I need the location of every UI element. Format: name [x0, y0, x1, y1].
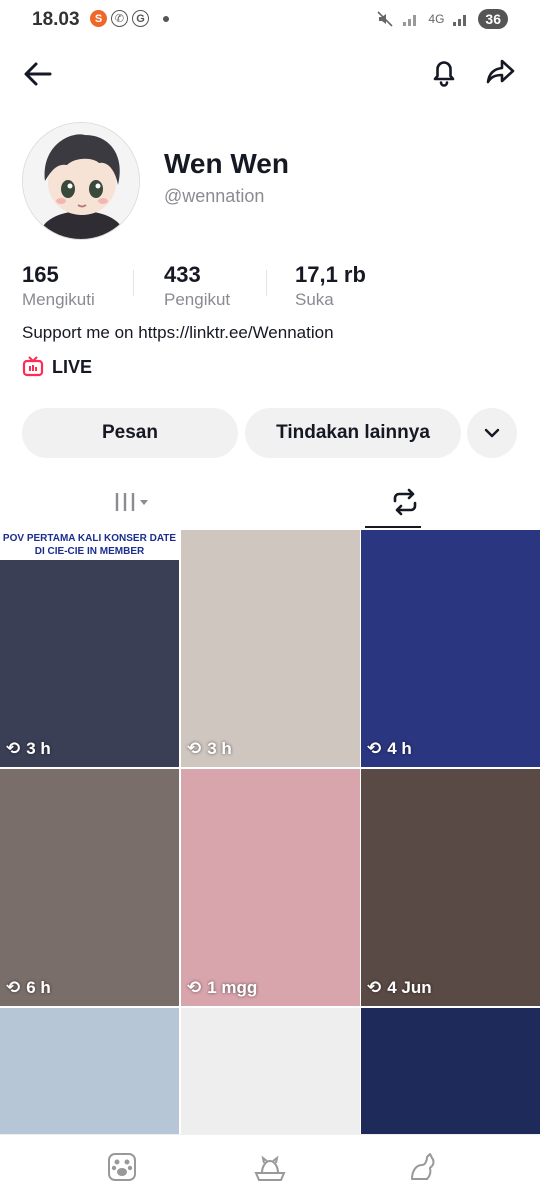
time-label: 4 h: [387, 739, 412, 758]
bottom-bar: [0, 1134, 540, 1200]
stat-likes[interactable]: 17,1 rb Suka: [295, 262, 366, 310]
live-tv-icon: [22, 356, 44, 377]
repost-small-icon: ⟲: [187, 978, 202, 997]
username: @wennation: [164, 186, 265, 206]
tab-videos[interactable]: [0, 474, 270, 530]
signal-icon-2: [453, 15, 467, 26]
grid-item[interactable]: [181, 1008, 360, 1134]
time-label: 1 mgg: [207, 978, 258, 997]
stat-divider: [133, 270, 134, 296]
stat-label: Pengikut: [164, 290, 231, 309]
avatar[interactable]: [22, 122, 140, 240]
status-time: 18.03: [32, 9, 80, 30]
grid-item[interactable]: [0, 1008, 179, 1134]
time-label: 4 Jun: [387, 978, 432, 997]
stat-value: 433: [164, 262, 201, 287]
signal-icon: [403, 15, 417, 26]
shopee-icon: S: [90, 10, 107, 27]
avatar-illustration: [23, 123, 139, 239]
mute-icon: [377, 11, 393, 27]
repost-small-icon: ⟲: [187, 739, 202, 758]
network-type: 4G: [428, 12, 445, 26]
live-label: LIVE: [52, 356, 93, 377]
grid-icon: [115, 493, 148, 511]
dropdown-button[interactable]: [467, 408, 517, 458]
battery-badge: 36: [478, 9, 508, 29]
repost-grid: POV PERTAMA KALI KONSER DATE DI CIE-CIE …: [0, 530, 540, 1134]
grid-item[interactable]: [361, 1008, 540, 1134]
more-actions-button[interactable]: Tindakan lainnya: [245, 408, 461, 458]
share-icon[interactable]: [482, 54, 518, 90]
message-button[interactable]: Pesan: [22, 408, 238, 458]
repost-time: ⟲ 4 h: [367, 739, 412, 759]
bell-icon[interactable]: [426, 54, 462, 90]
status-bar: 18.03 S ✆ G 4G 36: [0, 0, 540, 40]
repost-icon: [393, 488, 417, 516]
chevron-down-icon: [484, 428, 500, 438]
stat-label: Suka: [295, 290, 334, 309]
repost-small-icon: ⟲: [6, 978, 21, 997]
status-right: 4G 36: [376, 9, 508, 29]
cat-icon[interactable]: [404, 1149, 440, 1185]
grid-item[interactable]: ⟲ 4 h: [361, 530, 540, 767]
video-caption: POV PERTAMA KALI KONSER DATE DI CIE-CIE …: [0, 530, 179, 560]
repost-time: ⟲ 4 Jun: [367, 978, 432, 998]
repost-time: ⟲ 3 h: [187, 739, 232, 759]
whatsapp-icon: ✆: [111, 10, 128, 27]
repost-small-icon: ⟲: [367, 978, 382, 997]
stat-value: 17,1 rb: [295, 262, 366, 287]
content-tabs: [0, 474, 540, 530]
time-label: 3 h: [207, 739, 232, 758]
stat-label: Mengikuti: [22, 290, 95, 309]
google-icon: G: [132, 10, 149, 27]
grid-item[interactable]: ⟲ 6 h: [0, 769, 179, 1006]
bio-text[interactable]: Support me on https://linktr.ee/Wennatio…: [22, 323, 334, 343]
display-name: Wen Wen: [164, 148, 289, 179]
tab-reposts[interactable]: [270, 474, 540, 530]
top-nav: [0, 50, 540, 96]
stat-followers[interactable]: 433 Pengikut: [164, 262, 230, 310]
notification-icons: S ✆ G: [90, 10, 169, 27]
grid-item[interactable]: ⟲ 1 mgg: [181, 769, 360, 1006]
repost-small-icon: ⟲: [367, 739, 382, 758]
repost-time: ⟲ 6 h: [6, 978, 51, 998]
profile-stats: 165 Mengikuti 433 Pengikut 17,1 rb Suka: [22, 262, 522, 312]
more-notifications-dot: [163, 15, 169, 22]
grid-item[interactable]: POV PERTAMA KALI KONSER DATE DI CIE-CIE …: [0, 530, 179, 767]
stat-following[interactable]: 165 Mengikuti: [22, 262, 95, 310]
repost-time: ⟲ 3 h: [6, 739, 51, 759]
live-link[interactable]: LIVE: [22, 356, 92, 378]
back-arrow-icon[interactable]: [20, 56, 56, 92]
grid-item[interactable]: ⟲ 4 Jun: [361, 769, 540, 1006]
active-tab-indicator: [365, 526, 421, 528]
time-label: 6 h: [26, 978, 51, 997]
paw-icon[interactable]: [104, 1149, 140, 1185]
repost-small-icon: ⟲: [6, 739, 21, 758]
repost-time: ⟲ 1 mgg: [187, 978, 257, 998]
stat-divider: [266, 270, 267, 296]
cat-bowl-icon[interactable]: [252, 1149, 288, 1185]
grid-item[interactable]: ⟲ 3 h: [181, 530, 360, 767]
time-label: 3 h: [26, 739, 51, 758]
stat-value: 165: [22, 262, 59, 287]
